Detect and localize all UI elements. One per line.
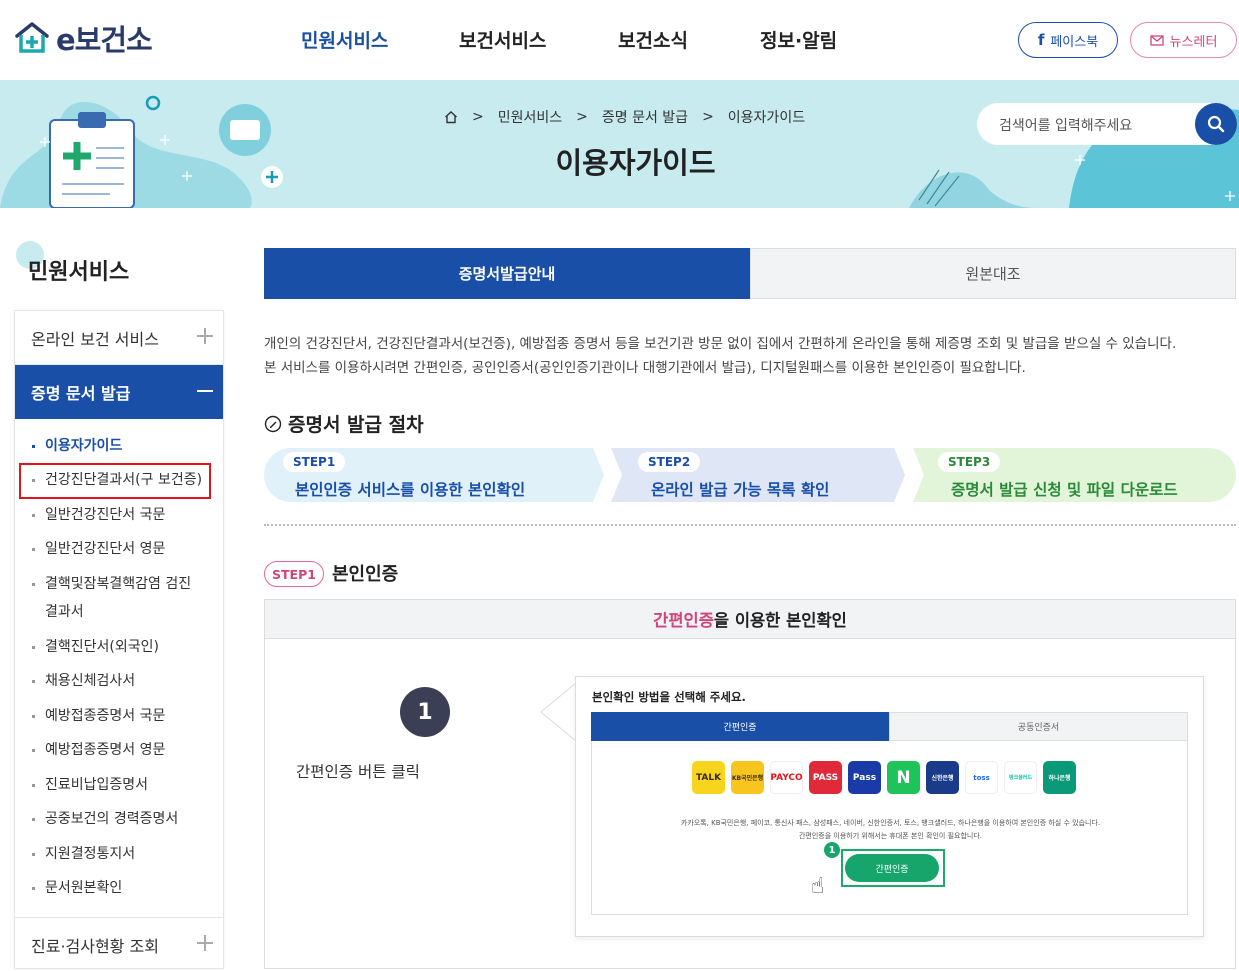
breadcrumb: > 민원서비스 > 증명 문서 발급 > 이용자가이드 <box>444 107 805 127</box>
submenu-tb-foreign[interactable]: 결핵진단서(외국인) <box>15 633 223 661</box>
submenu-payment[interactable]: 진료비납입증명서 <box>15 771 223 799</box>
step1-badge: STEP1 <box>264 561 324 587</box>
example-note: 카카오톡, KB국민은행, 페이코, 통신사 패스, 삼성패스, 네이버, 신한… <box>592 817 1189 843</box>
site-header: e보건소 민원서비스 보건서비스 보건소식 정보·알림 f 페이스북 뉴스레터 <box>0 0 1239 80</box>
sidebar-item-label: 진료·검사현황 조회 <box>31 936 159 956</box>
submenu-original-check[interactable]: 문서원본확인 <box>15 874 223 902</box>
kakao-icon: TALK <box>692 761 725 794</box>
toss-icon: toss <box>965 761 998 794</box>
sidebar-item-treatment[interactable]: 진료·검사현황 조회 <box>15 917 223 971</box>
newsletter-button[interactable]: 뉴스레터 <box>1130 22 1237 58</box>
facebook-icon: f <box>1037 31 1045 49</box>
highlight-text: 간편인증 <box>653 611 714 630</box>
payco-icon: PAYCO <box>770 761 803 794</box>
instruction-text: 간편인증 버튼 클릭 <box>296 763 420 781</box>
chevron-right-icon: > <box>702 109 714 125</box>
chevron-right-icon: > <box>472 109 484 125</box>
chevron-right-icon: > <box>576 109 588 125</box>
submenu-employment-check[interactable]: 채용신체검사서 <box>15 667 223 695</box>
breadcrumb-item[interactable]: 증명 문서 발급 <box>602 107 688 127</box>
sidebar-item-certificate[interactable]: 증명 문서 발급 <box>15 365 223 419</box>
sidebar-item-label: 증명 문서 발급 <box>31 384 131 403</box>
kb-bank-icon: KB국민은행 <box>731 761 764 794</box>
intro-line: 개인의 건강진단서, 건강진단결과서(보건증), 예방접종 증명서 등을 보건기… <box>264 336 1177 352</box>
search-input[interactable]: 검색어를 입력해주세요 <box>999 115 1132 135</box>
intro-line: 본 서비스를 이용하시려면 간편인증, 공인인증서(공인인증기관이나 대행기관에… <box>264 360 1026 376</box>
pass-icon: PASS <box>809 761 842 794</box>
logo-text: e보건소 <box>56 23 153 57</box>
home-icon[interactable] <box>444 110 458 124</box>
sidebar-title: 민원서비스 <box>28 260 130 285</box>
example-panel: TALK KB국민은행 PAYCO PASS Pass N 신한은행 toss … <box>591 741 1188 915</box>
submenu-decision[interactable]: 지원결정통지서 <box>15 840 223 868</box>
hana-bank-icon: 하나은행 <box>1043 761 1076 794</box>
tab-original-check[interactable]: 원본대조 <box>750 248 1236 299</box>
mail-icon <box>1149 35 1164 46</box>
provider-icons: TALK KB국민은행 PAYCO PASS Pass N 신한은행 toss … <box>692 761 1076 794</box>
step-text: 증명서 발급 신청 및 파일 다운로드 <box>951 481 1178 499</box>
page-banner: > 민원서비스 > 증명 문서 발급 > 이용자가이드 이용자가이드 검색어를 … <box>0 80 1239 208</box>
naver-icon: N <box>887 761 920 794</box>
submenu-career[interactable]: 공중보건의 경력증명서 <box>15 805 223 833</box>
house-plus-icon <box>15 22 49 53</box>
step-label: STEP2 <box>638 452 701 472</box>
shinhan-icon: 신한은행 <box>926 761 959 794</box>
search-icon <box>1207 115 1225 133</box>
sidebar-menu: 온라인 보건 서비스 증명 문서 발급 이용자가이드 건강진단결과서(구 보건증… <box>14 310 224 969</box>
example-tab-joint: 공동인증서 <box>889 712 1188 741</box>
pen-circle-icon <box>264 415 282 432</box>
search-button[interactable] <box>1195 103 1237 145</box>
intro-text: 개인의 건강진단서, 건강진단결과서(보건증), 예방접종 증명서 등을 보건기… <box>264 332 1176 380</box>
procedure-title-text: 증명서 발급 절차 <box>288 414 424 436</box>
nav-info-notice[interactable]: 정보·알림 <box>760 26 837 53</box>
facebook-button[interactable]: f 페이스북 <box>1018 22 1118 58</box>
tab-certificate-guide[interactable]: 증명서발급안내 <box>264 248 750 299</box>
submenu-general-en[interactable]: 일반건강진단서 영문 <box>15 535 223 563</box>
title-rest: 을 이용한 본인확인 <box>713 611 847 630</box>
example-question: 본인확인 방법을 선택해 주세요. <box>592 690 746 704</box>
submenu-tb-screening[interactable]: 결핵및잠복결핵감염 검진결과서 <box>15 570 195 626</box>
hand-pointer-icon: ☝ <box>811 874 825 899</box>
nav-health-news[interactable]: 보건소식 <box>618 26 688 53</box>
step-text: 온라인 발급 가능 목록 확인 <box>651 481 830 499</box>
newsletter-label: 뉴스레터 <box>1169 34 1218 50</box>
breadcrumb-item[interactable]: 이용자가이드 <box>728 107 805 127</box>
submenu-user-guide[interactable]: 이용자가이드 <box>15 432 223 460</box>
simple-auth-button[interactable]: 간편인증 <box>845 854 939 882</box>
divider <box>264 524 1236 526</box>
step-label: STEP1 <box>283 452 346 472</box>
step-number: 1 <box>400 687 450 737</box>
note-line: 카카오톡, KB국민은행, 페이코, 통신사 패스, 삼성패스, 네이버, 신한… <box>680 819 1101 827</box>
submenu-vaccine-kr[interactable]: 예방접종증명서 국문 <box>15 702 223 730</box>
page-title: 이용자가이드 <box>555 146 716 180</box>
banksalad-icon: 뱅크샐러드 <box>1004 761 1037 794</box>
sidebar-item-label: 온라인 보건 서비스 <box>31 329 159 349</box>
screenshot-example: 본인확인 방법을 선택해 주세요. 간편인증 공동인증서 TALK KB국민은행… <box>575 676 1204 937</box>
highlight-box <box>19 463 211 499</box>
minus-icon <box>197 390 213 392</box>
pointer-arrow <box>540 682 577 742</box>
step-text: 본인인증 서비스를 이용한 본인확인 <box>295 481 526 499</box>
breadcrumb-item[interactable]: 민원서비스 <box>498 107 562 127</box>
step1-title: 본인인증 <box>332 564 399 585</box>
nav-health-service[interactable]: 보건서비스 <box>459 26 546 53</box>
submenu-general-kr[interactable]: 일반건강진단서 국문 <box>15 501 223 529</box>
plus-icon <box>197 328 213 344</box>
example-tab-simple: 간편인증 <box>591 712 889 741</box>
step-badge: 1 <box>824 842 840 858</box>
note-line: 간편인증을 이용하기 위해서는 휴대폰 본인 확인이 필요합니다. <box>798 832 982 840</box>
samsung-pass-icon: Pass <box>848 761 881 794</box>
auth-guide-title: 간편인증 을 이용한 본인확인 <box>265 600 1235 639</box>
procedure-title: 증명서 발급 절차 <box>264 410 424 437</box>
step-label: STEP3 <box>938 452 1001 472</box>
sidebar-item-online-health[interactable]: 온라인 보건 서비스 <box>15 311 223 365</box>
site-logo[interactable]: e보건소 <box>14 17 153 59</box>
plus-icon <box>197 935 213 951</box>
nav-civil-service[interactable]: 민원서비스 <box>301 26 388 53</box>
search-box: 검색어를 입력해주세요 <box>977 103 1237 145</box>
facebook-label: 페이스북 <box>1050 34 1099 50</box>
submenu-vaccine-en[interactable]: 예방접종증명서 영문 <box>15 736 223 764</box>
